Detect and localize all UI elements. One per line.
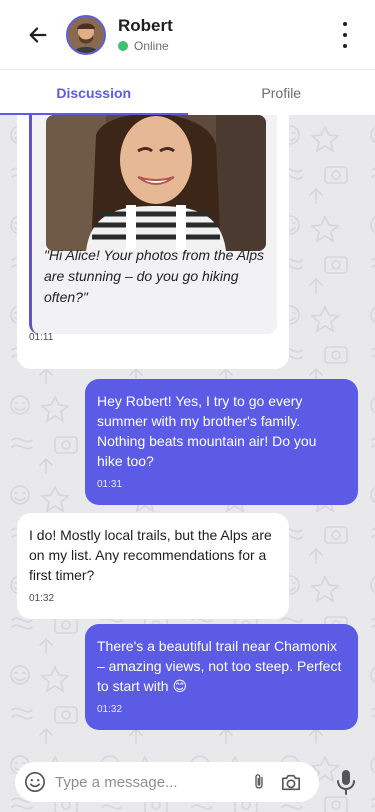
tab-profile[interactable]: Profile [188,70,375,115]
message-bubble-outgoing[interactable]: There's a beautiful trail near Chamonix … [85,624,358,730]
message-text: Hey Robert! Yes, I try to go every summe… [97,393,317,469]
online-dot [118,41,128,51]
tab-discussion[interactable]: Discussion [0,70,188,115]
arrow-left-icon [29,26,47,43]
quoted-text: "Hi Alice! Your photos from the Alps are… [44,247,265,305]
message-composer [15,762,319,802]
message-bubble-outgoing[interactable]: Hey Robert! Yes, I try to go every summe… [85,379,358,505]
chat-header: Robert Online [0,0,375,69]
emoji-button[interactable] [23,770,47,794]
status-indicator: Online [118,39,173,53]
message-time: 01:31 [97,479,123,490]
message-list[interactable]: "Hi Alice! Your photos from the Alps are… [0,115,375,812]
message-text: There's a beautiful trail near Chamonix … [97,638,342,694]
paperclip-icon [255,774,263,789]
camera-icon [282,774,300,791]
message-text: I do! Mostly local trails, but the Alps … [29,527,272,583]
more-options-button[interactable] [337,22,353,48]
voice-record-button[interactable] [330,764,362,800]
message-time: 01:32 [29,593,55,604]
quoted-message[interactable]: "Hi Alice! Your photos from the Alps are… [29,115,277,334]
message-time: 01:32 [97,704,123,715]
contact-name: Robert [118,16,173,35]
more-vertical-icon [343,22,347,26]
attach-button[interactable] [249,770,269,794]
message-bubble-incoming[interactable]: "Hi Alice! Your photos from the Alps are… [17,115,289,369]
tab-bar: Discussion Profile [0,69,375,115]
quoted-photo[interactable] [46,115,266,251]
message-bubble-incoming[interactable]: I do! Mostly local trails, but the Alps … [17,513,289,619]
back-button[interactable] [18,15,58,55]
message-input[interactable] [55,773,245,791]
emoji-icon [25,772,45,792]
status-label: Online [134,39,169,53]
avatar[interactable] [66,14,106,55]
microphone-icon [337,770,355,795]
camera-button[interactable] [279,770,303,794]
message-time: 01:11 [29,332,54,343]
contact-info[interactable]: Robert Online [118,16,173,53]
